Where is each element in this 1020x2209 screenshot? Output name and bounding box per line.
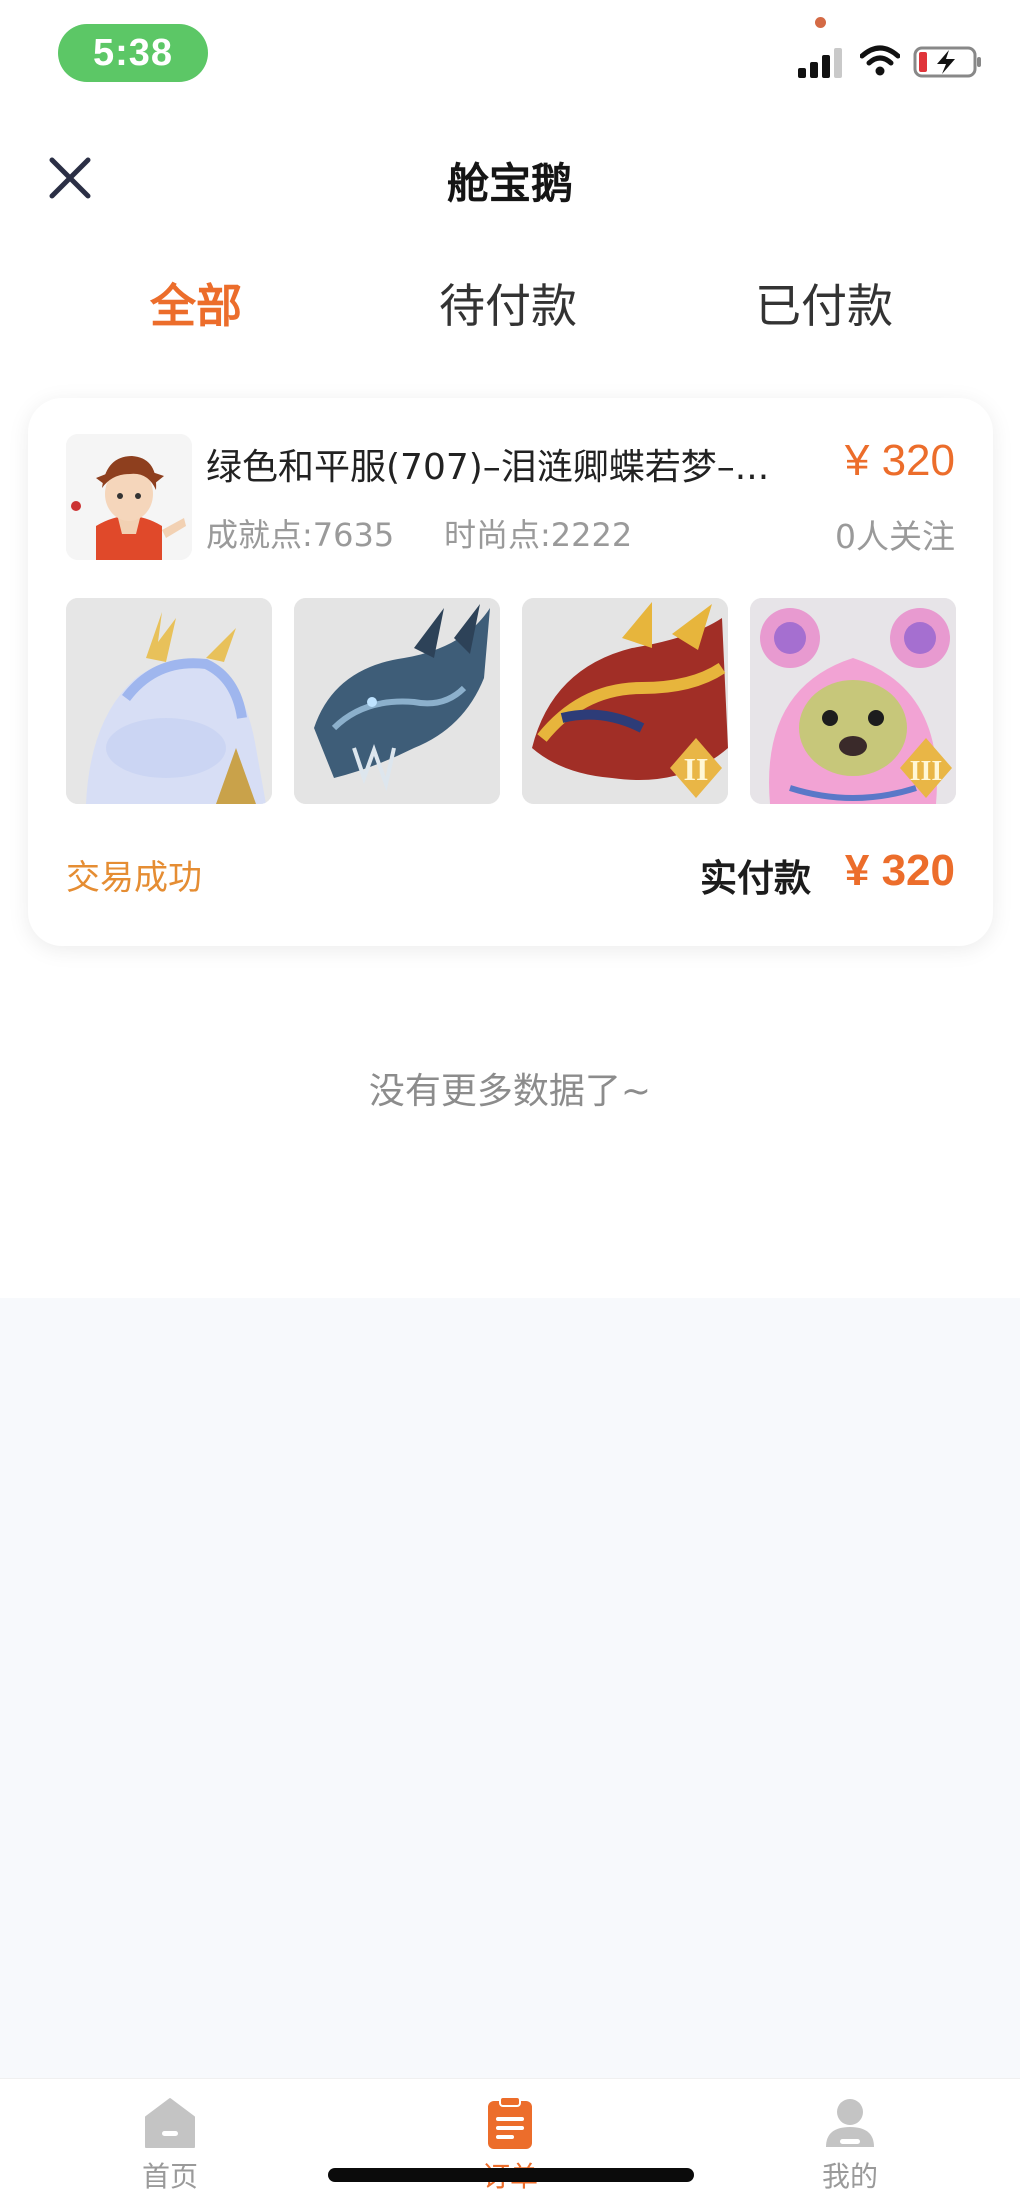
orders-page: 5:38 舱宝鹅 全部 待付款 已付款 绿色和平服(707)–泪涟卿蝶若梦–..… [0, 0, 1020, 2209]
home-icon [145, 2098, 195, 2148]
profile-icon [826, 2099, 874, 2147]
home-indicator [328, 2168, 694, 2182]
battery-charging-icon [913, 46, 981, 78]
order-card[interactable]: 绿色和平服(707)–泪涟卿蝶若梦–... 成就点:7635 时尚点:2222 … [28, 398, 993, 946]
order-icon [488, 2096, 532, 2149]
bottom-tab-bar: 首页 订单 我的 [0, 2078, 1020, 2209]
character-avatar [66, 434, 192, 560]
follower-count: 0人关注 [835, 517, 955, 556]
tab-pending-payment[interactable]: 待付款 [368, 270, 648, 336]
tabbar-home-label: 首页 [141, 2160, 198, 2193]
wifi-icon [860, 45, 900, 76]
paid-amount: ¥ 320 [844, 846, 955, 895]
order-tabs: 全部 待付款 已付款 [0, 270, 1020, 340]
tabbar-home[interactable]: 首页 [70, 2079, 270, 2209]
paid-label: 实付款 [700, 857, 811, 900]
tabbar-mine[interactable]: 我的 [750, 2079, 950, 2209]
thumbnail-lightning-horse[interactable] [66, 598, 272, 804]
rank-badge-ii: II [684, 751, 709, 787]
recording-dot-icon [815, 17, 826, 28]
item-thumbnails: II III [66, 598, 956, 804]
status-time: 5:38 [58, 24, 208, 82]
tabbar-mine-label: 我的 [821, 2160, 878, 2193]
list-end-message: 没有更多数据了~ [368, 1071, 652, 1112]
thumbnail-pink-bear[interactable]: III [750, 598, 956, 804]
item-title: 绿色和平服(707)–泪涟卿蝶若梦–... [206, 447, 770, 488]
nav-bar: 舱宝鹅 [0, 130, 1020, 230]
page-title: 舱宝鹅 [446, 159, 573, 208]
achievement-points: 成就点:7635 [206, 516, 395, 554]
empty-area [0, 1298, 1020, 2078]
item-price: ¥ 320 [844, 436, 955, 485]
status-bar: 5:38 [0, 0, 1020, 105]
cellular-signal-icon [798, 44, 844, 78]
fashion-points: 时尚点:2222 [444, 516, 633, 554]
rank-badge-iii: III [910, 756, 943, 787]
tab-paid[interactable]: 已付款 [684, 270, 964, 336]
tab-all[interactable]: 全部 [56, 270, 336, 336]
thumbnail-blue-dragon[interactable] [294, 598, 500, 804]
trade-status: 交易成功 [66, 858, 202, 898]
thumbnail-golden-dragon[interactable]: II [522, 598, 728, 804]
tabbar-orders[interactable]: 订单 [410, 2079, 610, 2209]
